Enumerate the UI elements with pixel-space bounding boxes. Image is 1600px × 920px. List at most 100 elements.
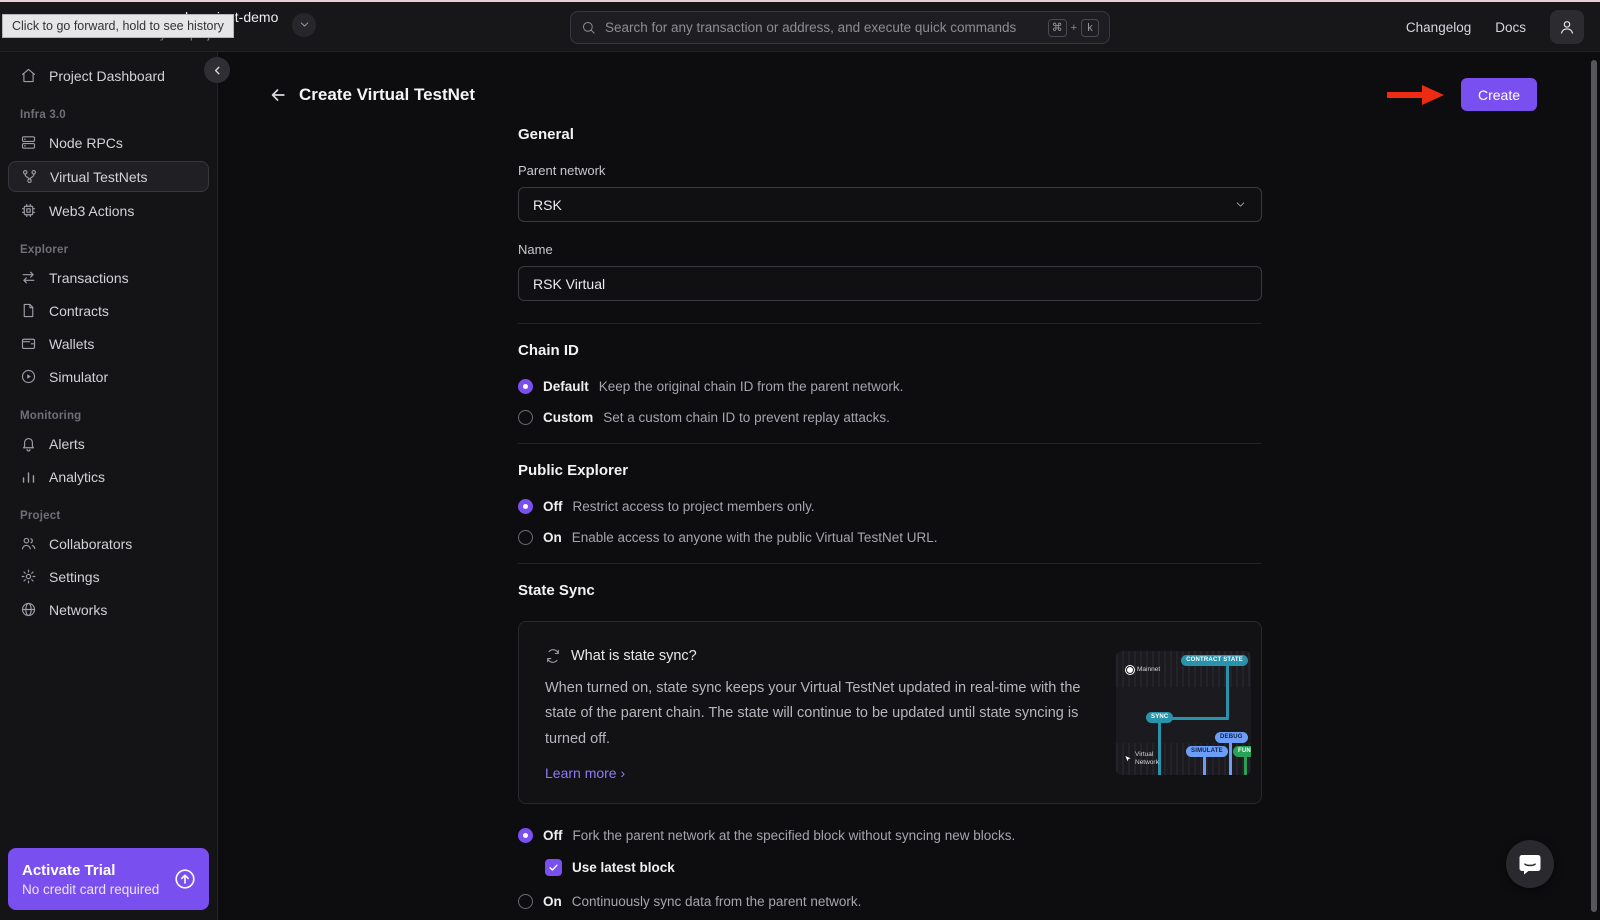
sidebar-item-contracts[interactable]: Contracts xyxy=(0,294,217,327)
document-icon xyxy=(20,302,37,319)
radio-selected-icon[interactable] xyxy=(518,828,533,843)
sidebar-item-label: Project Dashboard xyxy=(49,68,165,84)
users-icon xyxy=(20,535,37,552)
globe-icon xyxy=(20,601,37,618)
wallet-icon xyxy=(20,335,37,352)
sidebar-item-web3-actions[interactable]: Web3 Actions xyxy=(0,194,217,227)
public-explorer-option-on[interactable]: On Enable access to anyone with the publ… xyxy=(518,530,1262,545)
sidebar-item-networks[interactable]: Networks xyxy=(0,593,217,626)
virtual-network-label-2: Network xyxy=(1135,759,1159,767)
chat-bubble-icon xyxy=(1517,851,1543,877)
sync-icon xyxy=(545,648,561,664)
vertical-scrollbar[interactable] xyxy=(1591,60,1597,912)
state-sync-option-on[interactable]: On Continuously sync data from the paren… xyxy=(518,894,1262,909)
radio-selected-icon[interactable] xyxy=(518,499,533,514)
search-placeholder: Search for any transaction or address, a… xyxy=(605,20,1039,35)
person-icon xyxy=(1558,18,1576,36)
sidebar-item-label: Contracts xyxy=(49,303,109,319)
radio-unselected-icon[interactable] xyxy=(518,530,533,545)
trial-subtitle: No credit card required xyxy=(22,882,165,897)
state-sync-info-body: When turned on, state sync keeps your Vi… xyxy=(545,676,1090,752)
option-description: Enable access to anyone with the public … xyxy=(572,530,938,545)
account-button[interactable] xyxy=(1550,10,1584,44)
fund-badge: FUND xyxy=(1233,746,1251,757)
cursor-icon xyxy=(1124,755,1132,763)
sidebar-item-settings[interactable]: Settings xyxy=(0,560,217,593)
sidebar: Project Dashboard Infra 3.0 Node RPCs Vi… xyxy=(0,52,218,920)
name-input[interactable] xyxy=(533,276,1247,292)
sidebar-item-wallets[interactable]: Wallets xyxy=(0,327,217,360)
sidebar-item-label: Collaborators xyxy=(49,536,132,552)
sidebar-item-alerts[interactable]: Alerts xyxy=(0,427,217,460)
sidebar-item-project-dashboard[interactable]: Project Dashboard xyxy=(0,59,217,92)
radio-unselected-icon[interactable] xyxy=(518,894,533,909)
k-key: k xyxy=(1081,19,1099,37)
radio-unselected-icon[interactable] xyxy=(518,410,533,425)
sidebar-section-monitoring: Monitoring xyxy=(20,410,217,422)
debug-line xyxy=(1229,741,1232,775)
browser-history-tooltip: Click to go forward, hold to see history xyxy=(2,14,234,38)
sidebar-item-collaborators[interactable]: Collaborators xyxy=(0,527,217,560)
public-explorer-option-off[interactable]: Off Restrict access to project members o… xyxy=(518,499,1262,514)
mainnet-dot-icon xyxy=(1126,666,1134,674)
sidebar-item-virtual-testnets[interactable]: Virtual TestNets xyxy=(8,161,209,192)
name-label: Name xyxy=(518,242,1262,257)
state-sync-info-text: What is state sync? When turned on, stat… xyxy=(519,622,1116,803)
checkbox-checked-icon[interactable] xyxy=(545,859,562,876)
chain-id-option-custom[interactable]: Custom Set a custom chain ID to prevent … xyxy=(518,410,1262,425)
bar-chart-icon xyxy=(20,468,37,485)
sidebar-item-simulator[interactable]: Simulator xyxy=(0,360,217,393)
sidebar-item-analytics[interactable]: Analytics xyxy=(0,460,217,493)
sidebar-item-label: Wallets xyxy=(49,336,94,352)
general-heading: General xyxy=(518,126,1262,143)
app-root: { "colors": { "accent": "#7a4ff0", "link… xyxy=(0,0,1600,920)
cmd-key: ⌘ xyxy=(1048,19,1067,37)
parent-network-select[interactable]: RSK xyxy=(518,187,1262,222)
radio-selected-icon[interactable] xyxy=(518,379,533,394)
project-switcher-chevron-button[interactable] xyxy=(292,13,316,37)
create-button[interactable]: Create xyxy=(1461,78,1537,111)
virtual-network-node: Virtual Network xyxy=(1124,751,1159,767)
sidebar-item-node-rpcs[interactable]: Node RPCs xyxy=(0,126,217,159)
chain-id-heading: Chain ID xyxy=(518,342,1262,359)
simulate-line xyxy=(1203,755,1206,775)
window-top-accent-line xyxy=(0,0,1600,2)
section-divider xyxy=(518,443,1262,444)
sidebar-item-transactions[interactable]: Transactions xyxy=(0,261,217,294)
use-latest-block-checkbox-row[interactable]: Use latest block xyxy=(545,859,1262,876)
section-divider xyxy=(518,563,1262,564)
sidebar-item-label: Transactions xyxy=(49,270,129,286)
state-sync-option-off[interactable]: Off Fork the parent network at the speci… xyxy=(518,828,1262,843)
contract-state-badge: CONTRACT STATE xyxy=(1181,655,1248,666)
parent-network-value: RSK xyxy=(533,197,1234,213)
debug-badge: DEBUG xyxy=(1215,732,1248,743)
sidebar-item-label: Node RPCs xyxy=(49,135,123,151)
sidebar-item-label: Virtual TestNets xyxy=(50,169,148,185)
play-circle-icon xyxy=(20,368,37,385)
arrow-left-icon xyxy=(268,85,294,105)
sidebar-section-explorer: Explorer xyxy=(20,244,217,256)
sidebar-item-label: Alerts xyxy=(49,436,85,452)
learn-more-link[interactable]: Learn more › xyxy=(545,765,625,781)
option-description: Set a custom chain ID to prevent replay … xyxy=(603,410,890,425)
name-field-wrap xyxy=(518,266,1262,301)
support-chat-button[interactable] xyxy=(1506,840,1554,888)
gear-icon xyxy=(20,568,37,585)
state-sync-heading: State Sync xyxy=(518,582,1262,599)
activate-trial-banner[interactable]: Activate Trial No credit card required xyxy=(8,848,209,910)
docs-link[interactable]: Docs xyxy=(1495,20,1526,35)
back-button[interactable] xyxy=(268,82,294,108)
create-testnet-form: General Parent network RSK Name Chain ID… xyxy=(518,126,1262,920)
chevron-down-icon xyxy=(298,18,311,31)
search-icon xyxy=(581,20,596,35)
global-search-input[interactable]: Search for any transaction or address, a… xyxy=(570,11,1110,44)
option-label: On xyxy=(543,894,562,909)
chain-id-option-default[interactable]: Default Keep the original chain ID from … xyxy=(518,379,1262,394)
sidebar-collapse-button[interactable] xyxy=(204,57,230,83)
git-branch-icon xyxy=(21,168,38,185)
changelog-link[interactable]: Changelog xyxy=(1406,20,1471,35)
main-content: Create Virtual TestNet Create General Pa… xyxy=(218,52,1600,920)
annotation-red-arrow-icon xyxy=(1386,85,1444,105)
option-description: Continuously sync data from the parent n… xyxy=(572,894,862,909)
state-sync-info-title: What is state sync? xyxy=(571,648,697,664)
